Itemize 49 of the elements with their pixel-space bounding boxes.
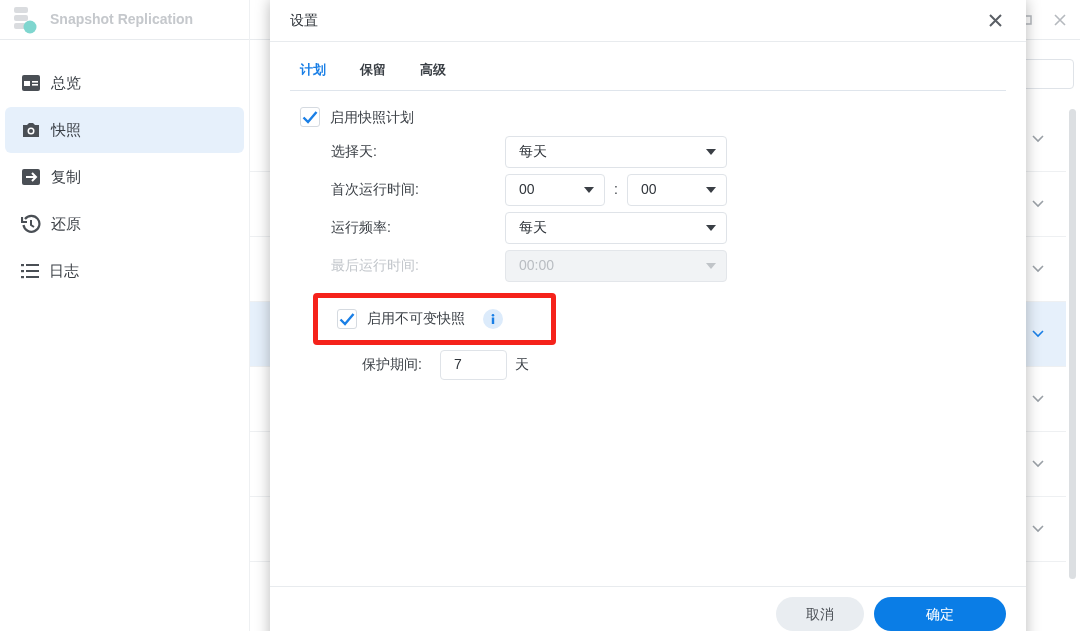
tab[interactable]: 保留 [350, 60, 386, 90]
caret-icon [706, 224, 716, 231]
sidebar-item[interactable]: 复制 [5, 154, 244, 200]
field-label: 选择天: [331, 142, 378, 161]
id-card-icon [21, 74, 41, 92]
unit-label: 天 [515, 355, 529, 374]
caret-icon [706, 148, 716, 155]
dropdown[interactable]: 00 [627, 173, 727, 206]
sidebar-item[interactable]: 还原 [5, 201, 244, 247]
caret-icon [706, 186, 716, 193]
arrow-box-icon [21, 168, 41, 186]
tab[interactable]: 计划 [290, 60, 326, 90]
app-logo-icon [12, 5, 38, 34]
field-label: 运行频率: [331, 218, 392, 237]
time-separator: : [613, 180, 619, 199]
chevron-down-icon [1032, 200, 1044, 208]
cancel-button[interactable]: 取消 [776, 597, 864, 631]
caret-icon [706, 262, 716, 269]
checkbox-label: 启用不可变快照 [367, 309, 465, 328]
number-field[interactable]: 7 [440, 349, 507, 380]
dropdown[interactable]: 每天 [505, 135, 727, 168]
field-label: 最后运行时间: [331, 256, 420, 275]
chevron-down-icon [1032, 525, 1044, 533]
dropdown[interactable]: 每天 [505, 211, 727, 244]
dialog-title: 设置 [290, 11, 318, 30]
list-icon [21, 263, 39, 279]
sidebar-item[interactable]: 总览 [5, 60, 244, 106]
chevron-down-icon [1032, 395, 1044, 403]
confirm-button[interactable]: 确定 [874, 597, 1006, 631]
caret-icon [584, 186, 594, 193]
info-icon[interactable] [483, 308, 503, 329]
chevron-down-icon [1032, 330, 1044, 338]
scrollbar[interactable] [1069, 109, 1076, 579]
checkbox[interactable] [300, 107, 320, 127]
dropdown[interactable]: 00 [505, 173, 605, 206]
sidebar-item[interactable]: 日志 [5, 248, 244, 294]
checkbox[interactable] [337, 308, 357, 329]
field-label: 保护期间: [362, 355, 423, 374]
close-icon[interactable] [989, 14, 1002, 27]
history-icon [21, 214, 41, 234]
field-label: 首次运行时间: [331, 180, 420, 199]
camera-icon [21, 121, 41, 139]
chevron-down-icon [1032, 265, 1044, 273]
app-title: Snapshot Replication [50, 10, 194, 29]
tab[interactable]: 高级 [410, 60, 446, 90]
chevron-down-icon [1032, 460, 1044, 468]
chevron-down-icon [1032, 135, 1044, 143]
sidebar-item[interactable]: 快照 [5, 107, 244, 153]
checkbox-label: 启用快照计划 [330, 107, 414, 127]
